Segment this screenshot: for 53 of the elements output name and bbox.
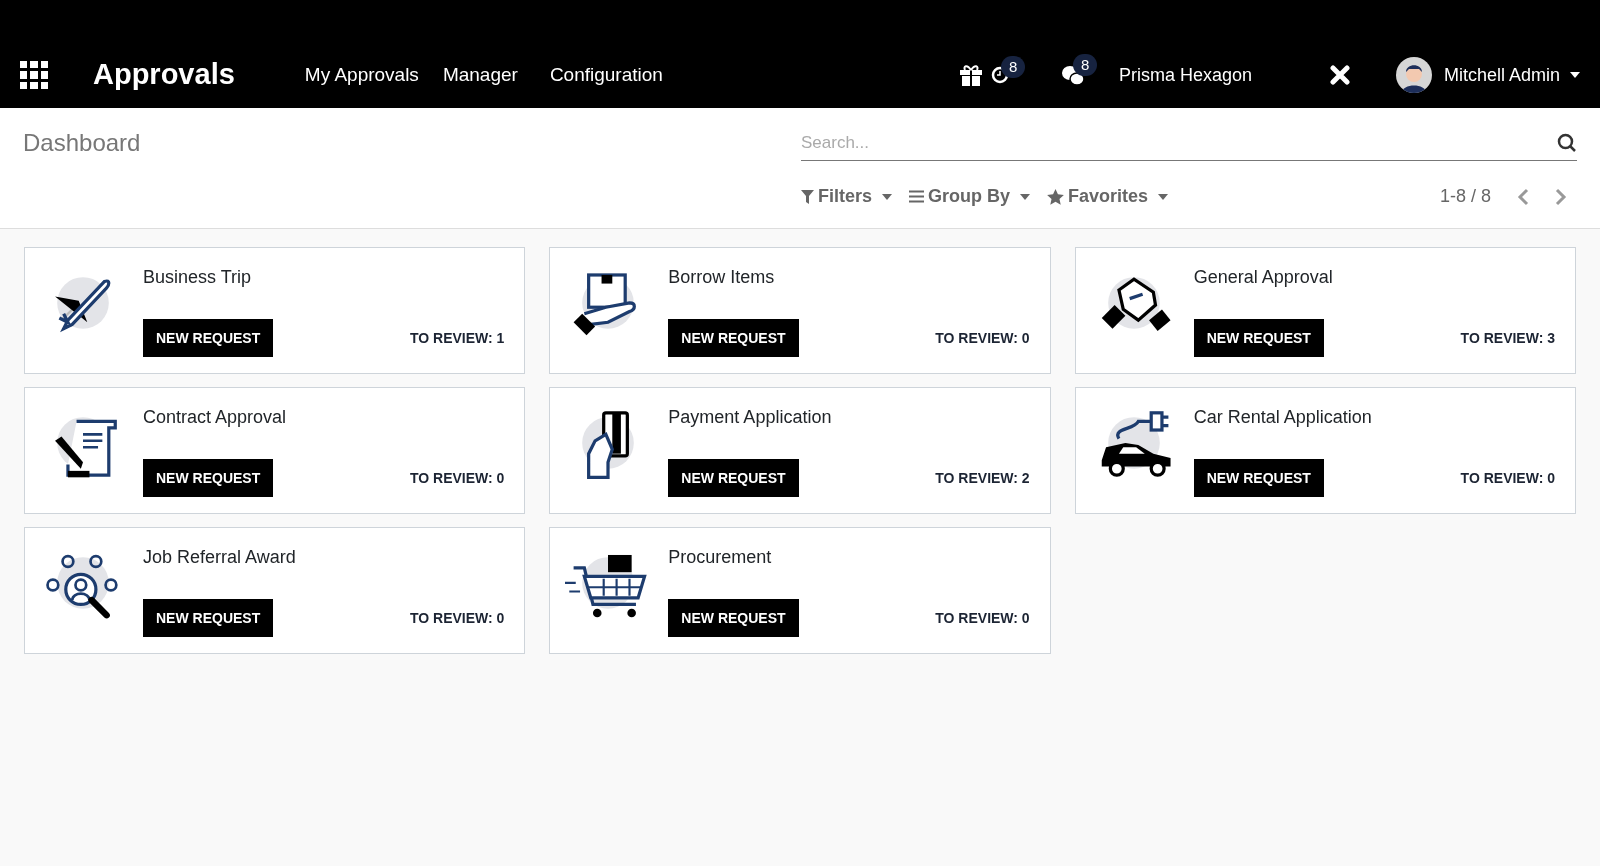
favorites-dropdown[interactable]: Favorites	[1047, 183, 1169, 210]
caret-icon	[1020, 193, 1031, 200]
new-request-button[interactable]: NEW REQUEST	[143, 599, 274, 637]
card-title: Contract Approval	[143, 406, 287, 429]
user-menu[interactable]: Mitchell Admin	[1443, 61, 1560, 89]
menu-item[interactable]: Configuration	[549, 60, 663, 90]
to-review-count[interactable]: TO REVIEW: 0	[1460, 467, 1555, 489]
star-icon	[1047, 188, 1065, 205]
card-title: Business Trip	[143, 266, 252, 289]
new-request-button[interactable]: NEW REQUEST	[143, 319, 274, 357]
new-request-button[interactable]: NEW REQUEST	[668, 599, 799, 637]
user-avatar	[1395, 57, 1432, 93]
card-title: Borrow Items	[668, 266, 775, 289]
pager-value: 1-8 / 8	[1439, 185, 1491, 208]
app-title[interactable]: Approvals	[93, 53, 235, 97]
list-icon	[909, 190, 925, 203]
breadcrumb: Dashboard	[23, 129, 141, 156]
menu-item[interactable]: Manager	[442, 60, 518, 90]
next-icon[interactable]	[1555, 187, 1567, 206]
new-request-button[interactable]: NEW REQUEST	[1193, 319, 1324, 357]
previous-icon[interactable]	[1517, 187, 1529, 206]
search-field[interactable]: Search...	[801, 125, 1577, 161]
to-review-count[interactable]: TO REVIEW: 1	[409, 327, 505, 349]
to-review-count[interactable]: TO REVIEW: 2	[935, 467, 1030, 489]
activity-count: 8	[1000, 56, 1026, 78]
to-review-count[interactable]: TO REVIEW: 0	[409, 607, 505, 629]
card-title: Car Rental Application	[1193, 406, 1372, 429]
apps-menu-icon[interactable]	[20, 61, 48, 89]
card-title: Job Referral Award	[143, 546, 296, 569]
caret-icon[interactable]	[1570, 72, 1580, 78]
clock-icon[interactable]	[990, 66, 1009, 84]
to-review-count[interactable]: TO REVIEW: 0	[935, 327, 1030, 349]
card-title: Payment Application	[668, 406, 832, 429]
caret-icon	[882, 193, 893, 200]
new-request-button[interactable]: NEW REQUEST	[143, 459, 274, 497]
to-review-count[interactable]: TO REVIEW: 0	[935, 607, 1030, 629]
messages-count: 8	[1072, 54, 1098, 76]
card-title: General Approval	[1193, 266, 1333, 289]
gift-icon[interactable]	[958, 64, 983, 86]
caret-icon	[1158, 193, 1169, 200]
to-review-count[interactable]: TO REVIEW: 0	[409, 467, 505, 489]
tools-icon[interactable]	[1329, 65, 1350, 85]
group-by-dropdown[interactable]: Group By	[909, 183, 1031, 210]
new-request-button[interactable]: NEW REQUEST	[668, 459, 799, 497]
to-review-count[interactable]: TO REVIEW: 3	[1460, 327, 1555, 349]
search-icon[interactable]	[1557, 133, 1577, 153]
card-title: Procurement	[668, 546, 772, 569]
new-request-button[interactable]: NEW REQUEST	[1193, 459, 1324, 497]
filter-icon	[801, 189, 814, 204]
company-switcher[interactable]: Prisma Hexagon	[1118, 61, 1252, 89]
new-request-button[interactable]: NEW REQUEST	[668, 319, 799, 357]
filters-dropdown[interactable]: Filters	[801, 183, 893, 210]
menu-item[interactable]: My Approvals	[304, 60, 419, 90]
